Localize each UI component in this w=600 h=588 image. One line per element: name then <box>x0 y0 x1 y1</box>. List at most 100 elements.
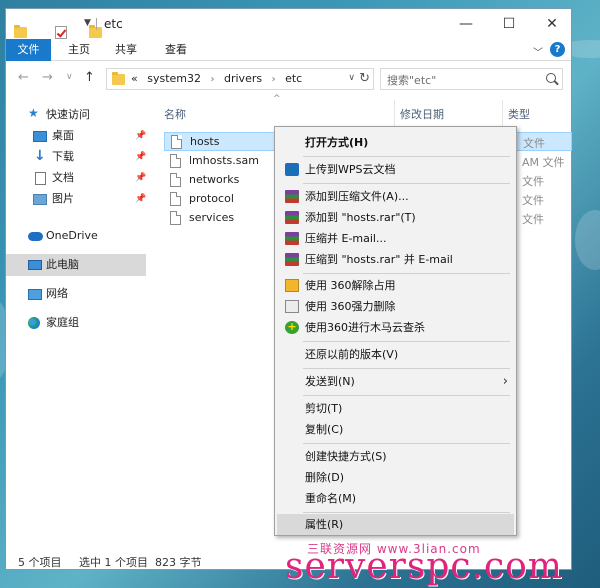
menu-360-unlock[interactable]: 使用 360解除占用 <box>277 275 514 296</box>
forward-arrow-icon[interactable]: → <box>42 70 53 85</box>
quick-access-dropdown-icon[interactable]: ▼ <box>84 18 91 28</box>
status-item-count: 5 个项目 <box>18 556 62 569</box>
menu-cut[interactable]: 剪切(T) <box>277 398 514 419</box>
menu-upload-wps[interactable]: 上传到WPS云文档 <box>277 159 514 180</box>
title-bar[interactable]: ▼ etc — ☐ ✕ <box>6 9 571 39</box>
navigation-pane: ★ 快速访问 桌面 📌 ↓ 下载 📌 文档 📌 图片 📌 OneDrive 此电… <box>6 99 146 549</box>
maximize-button[interactable]: ☐ <box>494 13 524 35</box>
star-icon: ★ <box>28 106 39 120</box>
menu-compress-hosts-email[interactable]: 压缩到 "hosts.rar" 并 E-mail <box>277 249 514 270</box>
folder-icon <box>112 72 125 85</box>
360-security-icon: + <box>285 321 299 334</box>
address-bar[interactable]: « system32 › drivers › etc ∨ ↻ <box>106 68 374 90</box>
menu-copy[interactable]: 复制(C) <box>277 419 514 440</box>
menu-open-with[interactable]: 打开方式(H) <box>277 132 514 153</box>
menu-separator <box>303 183 510 184</box>
column-header-type[interactable]: 类型 <box>508 106 530 122</box>
nav-item-pictures[interactable]: 图片 📌 <box>6 188 146 210</box>
nav-onedrive[interactable]: OneDrive <box>6 225 146 247</box>
menu-separator <box>303 395 510 396</box>
chevron-right-icon[interactable]: › <box>211 74 215 85</box>
breadcrumb-drivers[interactable]: drivers <box>224 72 262 85</box>
pin-icon[interactable]: 📌 <box>135 146 146 168</box>
column-divider[interactable] <box>502 100 503 126</box>
back-arrow-icon[interactable]: ← <box>18 70 29 85</box>
menu-compress-email[interactable]: 压缩并 E-mail... <box>277 228 514 249</box>
menu-send-to[interactable]: 发送到(N) › <box>277 371 514 392</box>
ribbon: 文件 主页 共享 查看 ﹀ ? <box>6 39 571 61</box>
winrar-icon <box>285 211 299 224</box>
menu-add-archive[interactable]: 添加到压缩文件(A)... <box>277 186 514 207</box>
search-icon[interactable] <box>546 73 556 83</box>
watermark: 三联资源网 www.3lian.com serverspc.com <box>285 538 585 588</box>
pin-icon[interactable]: 📌 <box>135 167 146 189</box>
nav-this-pc[interactable]: 此电脑 <box>6 254 146 276</box>
pin-icon[interactable]: 📌 <box>135 188 146 210</box>
nav-homegroup[interactable]: 家庭组 <box>6 312 146 334</box>
breadcrumb-etc[interactable]: etc <box>285 72 302 85</box>
download-icon: ↓ <box>34 148 46 164</box>
tab-home[interactable]: 主页 <box>59 39 99 61</box>
search-box[interactable]: 搜索"etc" <box>380 68 563 90</box>
pictures-icon <box>33 194 47 205</box>
help-icon[interactable]: ? <box>550 42 565 57</box>
nav-item-downloads[interactable]: ↓ 下载 📌 <box>6 146 146 168</box>
menu-create-shortcut[interactable]: 创建快捷方式(S) <box>277 446 514 467</box>
address-dropdown-icon[interactable]: ∨ <box>348 73 355 83</box>
navigation-bar: ← → ∨ ↑ « system32 › drivers › etc ∨ ↻ 搜… <box>6 62 571 94</box>
network-icon <box>28 289 42 300</box>
pin-icon[interactable]: 📌 <box>135 125 146 147</box>
winrar-icon <box>285 232 299 245</box>
menu-360-force-delete[interactable]: 使用 360强力删除 <box>277 296 514 317</box>
folder-icon <box>14 24 27 38</box>
nav-network[interactable]: 网络 <box>6 283 146 305</box>
recent-locations-icon[interactable]: ∨ <box>66 72 73 82</box>
menu-properties[interactable]: 属性(R) <box>277 514 514 535</box>
computer-icon <box>28 260 42 270</box>
column-header-date[interactable]: 修改日期 <box>400 106 444 122</box>
watermark-logo-text: serverspc.com <box>285 546 563 587</box>
wps-cloud-icon <box>285 163 299 176</box>
360-unlock-icon <box>285 279 299 292</box>
expand-ribbon-icon[interactable]: ﹀ <box>533 44 543 59</box>
menu-360-trojan-scan[interactable]: + 使用360进行木马云查杀 <box>277 317 514 338</box>
menu-add-hosts-rar[interactable]: 添加到 "hosts.rar"(T) <box>277 207 514 228</box>
menu-separator <box>303 443 510 444</box>
menu-separator <box>303 156 510 157</box>
search-input[interactable]: 搜索"etc" <box>387 72 436 88</box>
menu-delete[interactable]: 删除(D) <box>277 467 514 488</box>
desktop-icon <box>33 131 47 142</box>
refresh-icon[interactable]: ↻ <box>359 71 370 86</box>
column-header-name[interactable]: 名称 <box>164 106 186 122</box>
tab-file[interactable]: 文件 <box>6 39 51 61</box>
document-icon <box>35 172 46 185</box>
tab-view[interactable]: 查看 <box>156 39 196 61</box>
column-divider[interactable] <box>394 100 395 126</box>
nav-quick-access[interactable]: ★ 快速访问 <box>6 104 146 126</box>
title-separator <box>96 18 97 30</box>
menu-separator <box>303 368 510 369</box>
context-menu: 打开方式(H) 上传到WPS云文档 添加到压缩文件(A)... 添加到 "hos… <box>274 126 517 536</box>
menu-separator <box>303 341 510 342</box>
file-icon <box>170 154 181 168</box>
status-selection: 选中 1 个项目 <box>79 556 148 569</box>
close-button[interactable]: ✕ <box>537 13 567 35</box>
menu-separator <box>303 273 510 274</box>
nav-item-desktop[interactable]: 桌面 📌 <box>6 125 146 147</box>
file-icon <box>170 173 181 187</box>
menu-rename[interactable]: 重命名(M) <box>277 488 514 509</box>
breadcrumb-system32[interactable]: system32 <box>147 72 201 85</box>
menu-restore-versions[interactable]: 还原以前的版本(V) <box>277 344 514 365</box>
homegroup-icon <box>28 317 40 329</box>
window-title: etc <box>104 17 123 31</box>
breadcrumb-overflow[interactable]: « <box>131 72 138 85</box>
status-size: 823 字节 <box>155 556 202 569</box>
chevron-right-icon[interactable]: › <box>272 74 276 85</box>
tab-share[interactable]: 共享 <box>106 39 146 61</box>
winrar-icon <box>285 190 299 203</box>
minimize-button[interactable]: — <box>451 13 481 35</box>
properties-check-icon[interactable] <box>55 25 67 39</box>
file-icon <box>170 211 181 225</box>
up-arrow-icon[interactable]: ↑ <box>84 70 95 85</box>
nav-item-documents[interactable]: 文档 📌 <box>6 167 146 189</box>
